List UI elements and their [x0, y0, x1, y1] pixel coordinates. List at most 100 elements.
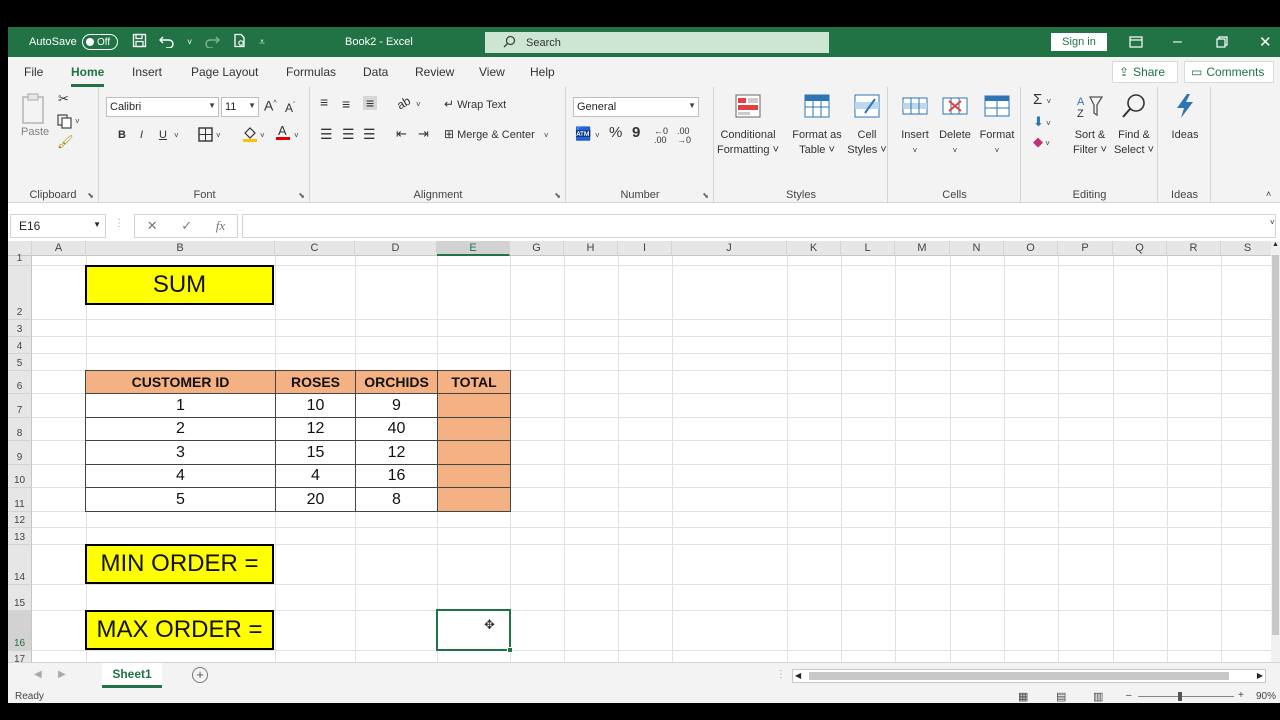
column-header-p[interactable]: P [1058, 241, 1113, 256]
cut-icon[interactable]: ✂ [58, 92, 69, 106]
italic-button[interactable]: I [140, 128, 143, 142]
underline-button[interactable]: U [159, 128, 167, 142]
decrease-font-icon[interactable]: Aˇ [285, 99, 295, 115]
borders-icon[interactable] [198, 127, 213, 146]
row-header-15[interactable]: 15 [8, 585, 32, 611]
table-cell[interactable]: 2 [85, 417, 276, 441]
expand-formula-bar-icon[interactable]: ˅ [1270, 218, 1275, 227]
column-header-h[interactable]: H [564, 241, 618, 256]
print-preview-icon[interactable] [232, 33, 247, 51]
row-header-12[interactable]: 12 [8, 512, 32, 528]
increase-decimal-icon[interactable]: ←0.00 [654, 127, 668, 145]
row-header-4[interactable]: 4 [8, 337, 32, 354]
increase-indent-icon[interactable]: ⇥ [418, 127, 429, 141]
table-cell[interactable]: 20 [275, 487, 356, 512]
row-header-5[interactable]: 5 [8, 354, 32, 371]
minimize-icon[interactable]: – [1173, 27, 1182, 57]
alignment-launcher-icon[interactable]: ⬊ [554, 191, 561, 200]
merge-center-button[interactable]: ⊞ Merge & Center ˅ [444, 127, 549, 143]
column-header-n[interactable]: N [950, 241, 1004, 256]
tab-home[interactable]: Home [71, 65, 105, 87]
table-cell[interactable]: 40 [355, 417, 438, 441]
header-cell-roses[interactable]: ROSES [275, 370, 356, 394]
column-header-d[interactable]: D [355, 241, 437, 256]
font-name-select[interactable]: Calibri ▼ [106, 97, 219, 117]
format-painter-icon[interactable]: 🖌 [57, 135, 74, 149]
wrap-text-button[interactable]: ↵ Wrap Text [444, 97, 506, 112]
max-order-cell[interactable]: MAX ORDER = [85, 610, 274, 650]
cell-styles-button[interactable]: Cell Styles ˅ [845, 93, 889, 158]
column-header-e[interactable]: E [437, 241, 510, 256]
table-cell[interactable]: 4 [85, 464, 276, 488]
more-sheets-icon[interactable]: ⋮ [776, 669, 786, 680]
sheet-tab-sheet1[interactable]: Sheet1 [102, 663, 162, 688]
table-cell[interactable]: 15 [275, 440, 356, 465]
conditional-formatting-button[interactable]: Conditional Formatting ˅ [715, 93, 781, 158]
total-cell[interactable] [437, 440, 511, 465]
decrease-decimal-icon[interactable]: .00 →0 [677, 127, 691, 145]
copy-dropdown-icon[interactable]: ˅ [75, 115, 80, 129]
total-cell[interactable] [437, 464, 511, 488]
zoom-out-icon[interactable]: – [1126, 690, 1132, 701]
vertical-scrollbar[interactable]: ▲ ▼ [1271, 241, 1280, 689]
font-size-select[interactable]: 11 ▼ [221, 97, 259, 117]
borders-dropdown-icon[interactable]: ˅ [216, 129, 221, 143]
row-header-14[interactable]: 14 [8, 545, 32, 585]
table-cell[interactable]: 12 [275, 417, 356, 441]
prev-sheet-icon[interactable]: ◀ [34, 669, 42, 680]
column-header-s[interactable]: S [1221, 241, 1271, 256]
autosave-toggle[interactable]: Off [82, 34, 118, 50]
scroll-right-icon[interactable]: ▶ [1257, 671, 1263, 680]
close-icon[interactable]: ✕ [1259, 27, 1272, 57]
min-order-cell[interactable]: MIN ORDER = [85, 544, 274, 584]
find-select-button[interactable]: Find & Select ˅ [1112, 93, 1156, 158]
worksheet-grid[interactable]: A B C D E G H I J K L M N O P Q R S 1 2 … [8, 241, 1271, 689]
table-cell[interactable]: 3 [85, 440, 276, 465]
zoom-slider[interactable] [1138, 696, 1234, 697]
accounting-dropdown-icon[interactable]: ˅ [595, 129, 600, 143]
customize-toolbar-icon[interactable]: ⩡ [259, 37, 265, 48]
row-header-11[interactable]: 11 [8, 488, 32, 512]
underline-dropdown-icon[interactable]: ˅ [174, 129, 179, 143]
tab-review[interactable]: Review [415, 65, 454, 79]
column-header-o[interactable]: O [1004, 241, 1058, 256]
column-header-a[interactable]: A [32, 241, 86, 256]
undo-icon[interactable] [159, 34, 175, 51]
table-cell[interactable]: 9 [355, 393, 438, 418]
font-color-dropdown-icon[interactable]: ˅ [294, 129, 299, 143]
decrease-indent-icon[interactable]: ⇤ [396, 127, 407, 141]
header-cell-customer-id[interactable]: CUSTOMER ID [85, 370, 276, 394]
formula-input[interactable] [242, 214, 1276, 238]
add-sheet-icon[interactable]: + [192, 667, 208, 683]
next-sheet-icon[interactable]: ▶ [58, 669, 66, 680]
align-right-icon[interactable]: ☰ [363, 127, 376, 141]
increase-font-icon[interactable]: A^ [264, 97, 277, 113]
row-header-2[interactable]: 2 [8, 266, 32, 320]
row-header-13[interactable]: 13 [8, 528, 32, 545]
tab-insert[interactable]: Insert [132, 65, 162, 79]
autosum-icon[interactable]: Σ ˅ [1033, 92, 1051, 109]
column-header-l[interactable]: L [841, 241, 895, 256]
table-cell[interactable]: 1 [85, 393, 276, 418]
total-cell[interactable] [437, 393, 511, 418]
collapse-ribbon-icon[interactable]: ˄ [1266, 187, 1271, 201]
row-header-3[interactable]: 3 [8, 320, 32, 337]
confirm-entry-icon[interactable]: ✓ [181, 218, 192, 234]
row-header-10[interactable]: 10 [8, 465, 32, 488]
table-cell[interactable]: 4 [275, 464, 356, 488]
delete-cells-button[interactable]: Delete ˅ [935, 93, 975, 158]
column-header-q[interactable]: Q [1113, 241, 1167, 256]
header-cell-total[interactable]: TOTAL [437, 370, 511, 394]
tab-page-layout[interactable]: Page Layout [191, 65, 258, 79]
number-launcher-icon[interactable]: ⬊ [702, 191, 709, 200]
row-header-1[interactable]: 1 [8, 253, 32, 266]
selected-cell-e16[interactable]: ✥ [436, 609, 513, 653]
bottom-align-icon[interactable]: ≡ [363, 96, 378, 110]
clear-icon[interactable]: ◆ ˅ [1033, 135, 1050, 151]
row-header-6[interactable]: 6 [8, 371, 32, 394]
row-header-9[interactable]: 9 [8, 441, 32, 465]
cancel-entry-icon[interactable]: ✕ [147, 218, 158, 234]
table-cell[interactable]: 12 [355, 440, 438, 465]
insert-cells-button[interactable]: Insert ˅ [895, 93, 935, 158]
normal-view-icon[interactable]: ▦ [1018, 690, 1028, 703]
